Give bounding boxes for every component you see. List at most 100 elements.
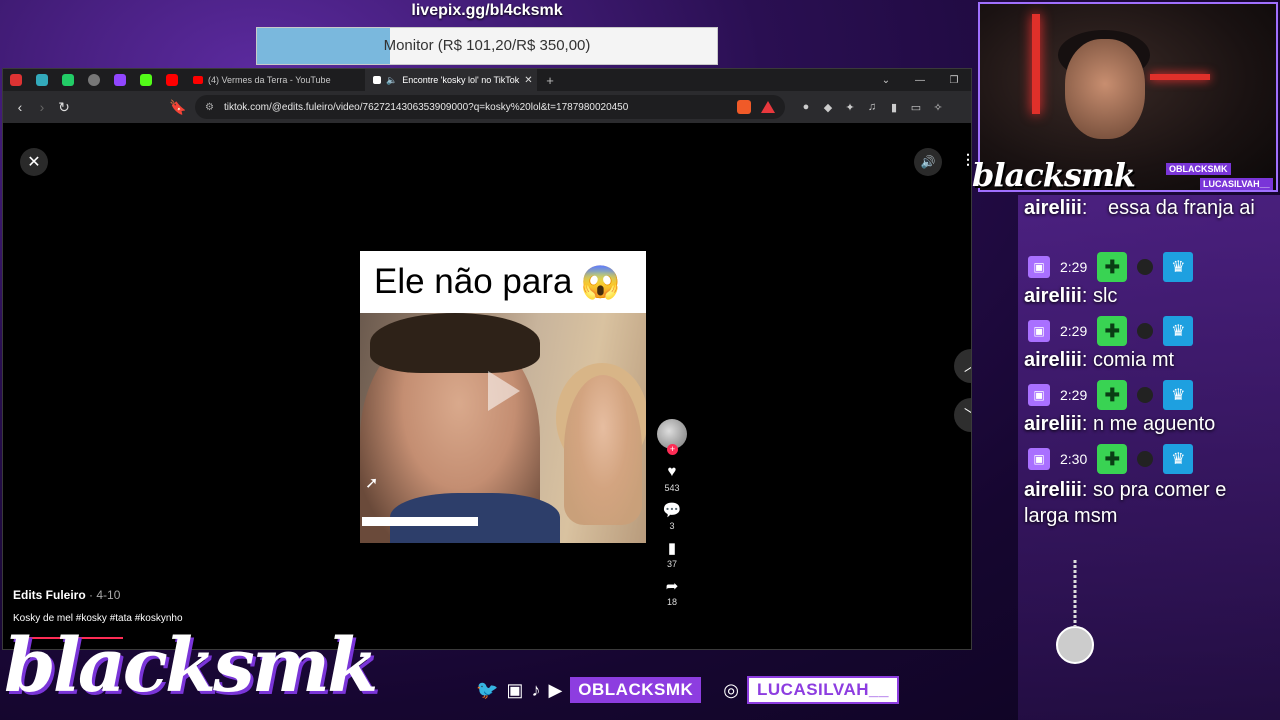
chat-colon: : [1081,413,1093,435]
donation-goal-bar: Monitor (R$ 101,20/R$ 350,00) [256,27,718,65]
extension-icon[interactable]: ● [799,100,813,114]
comment-action[interactable]: 💬 3 [663,501,682,531]
handle-oblacksmk: OBLACKSMK [570,677,702,703]
previous-video-button[interactable]: ︿ [954,349,971,383]
back-icon[interactable]: ‹ [9,96,31,118]
author-name[interactable]: Edits Fuleiro [13,588,86,602]
puzzle-icon[interactable]: ✦ [843,100,857,114]
like-count: 543 [664,483,680,493]
chat-colon: : [1081,479,1093,501]
social-handles: 🐦 ▣ ♪ ▶ OBLACKSMK ◎ LUCASILVAH__ [476,676,899,704]
save-count: 37 [666,559,677,569]
twitch-icon: ▣ [1028,320,1050,342]
chevron-down-icon: ﹀ [964,405,971,425]
extensions-area: ● ◆ ✦ ♫ ▮ ▭ ✧ [799,100,945,114]
tiktok-icon: ♪ [531,679,541,700]
webcam-red-light [1150,74,1210,80]
chat-message-text: essa da franja ai [1108,197,1255,219]
pinned-tab[interactable] [55,69,81,91]
twitch-icon: ▣ [1028,448,1050,470]
tiktok-icon [373,76,381,84]
close-icon: ✕ [27,154,41,171]
tab-close-icon[interactable]: ✕ [524,75,532,86]
youtube-icon: ▶ [548,679,563,700]
window-controls: ⌄ — ❐ [869,75,971,86]
pinned-tab-kick[interactable] [133,69,159,91]
maximize-icon[interactable]: ❐ [937,75,971,86]
donation-url: livepix.gg/bl4cksmk [411,2,563,19]
volume-button[interactable]: 🔊 [914,148,942,176]
tab-tiktok[interactable]: 🔈 Encontre 'kosky lol' no TikTok ✕ [365,69,537,91]
chat-message: aireliii: [1024,197,1087,220]
video-author-line: Edits Fuleiro · 4-10 [13,588,120,602]
chat-username: aireliii [1024,479,1082,501]
goal-label: Monitor (R$ 101,20/R$ 350,00) [383,37,591,54]
minimize-icon[interactable]: — [903,75,937,86]
video-actions: + ♥ 543 💬 3 ▮ 37 ➦ 18 [655,419,689,615]
leo-icon[interactable]: ✧ [931,100,945,114]
pinned-tab-twitch[interactable] [107,69,133,91]
channel-logo: blacksmk [4,623,378,709]
anchor-icon [88,74,100,86]
chevron-up-icon: ︿ [964,356,971,376]
handle-lucasilvah: LUCASILVAH__ [747,676,899,704]
video-player[interactable]: Ele não para 😱 [360,251,646,543]
pinned-tab[interactable] [29,69,55,91]
like-action[interactable]: ♥ 543 [664,463,679,493]
play-icon[interactable] [488,371,520,411]
chat-time: 2:29 [1060,259,1088,275]
browser-window: (4) Vermes da Terra - YouTube 🔈 Encontre… [2,68,972,650]
crown-icon: ♛ [1163,444,1194,474]
video-caption: Ele não para 😱 [360,251,646,313]
site-info-icon[interactable]: ⚙ [205,102,214,113]
pinned-tab[interactable] [81,69,107,91]
forward-icon[interactable]: › [31,96,53,118]
twitch-icon: ▣ [506,679,524,700]
tab-youtube[interactable]: (4) Vermes da Terra - YouTube [185,69,365,91]
address-bar[interactable]: ⚙ tiktok.com/@edits.fuleiro/video/762721… [195,95,785,119]
share-action[interactable]: ➦ 18 [666,577,679,607]
next-video-button[interactable]: ﹀ [954,398,971,432]
url-text: tiktok.com/@edits.fuleiro/video/76272143… [223,101,629,113]
webcam-handle-1: OBLACKSMK [1166,163,1231,175]
brave-shield-icon[interactable] [737,100,751,114]
video-frame [360,313,646,543]
chat-username: aireliii [1024,349,1082,371]
pinned-tab[interactable] [3,69,29,91]
chat-meta: ▣ 2:29 ✚ ♛ [1028,252,1194,282]
video-person-woman [564,375,642,525]
tab-label: Encontre 'kosky lol' no TikTok [402,75,520,85]
close-video-button[interactable]: ✕ [20,148,48,176]
share-count: 18 [666,597,677,607]
extension-icon[interactable]: ◆ [821,100,835,114]
author-avatar[interactable]: + [657,419,687,455]
youtube-icon [166,74,178,86]
tab-label: (4) Vermes da Terra - YouTube [208,75,331,85]
tab-strip: (4) Vermes da Terra - YouTube 🔈 Encontre… [3,69,971,91]
badge-icon: ✚ [1097,444,1128,474]
pinned-tab-icon [36,74,48,86]
new-tab-button[interactable]: + [537,73,563,88]
chat-message-text: comia mt [1092,349,1175,371]
brave-rewards-icon[interactable] [761,101,775,113]
mouse-cursor-icon: ➚ [365,475,379,492]
instagram-icon: ◎ [723,679,739,700]
tab-search-icon[interactable]: ⌄ [869,75,903,86]
crown-icon: ♛ [1163,380,1194,410]
sidebar-icon[interactable]: ▮ [887,100,901,114]
music-icon[interactable]: ♫ [865,100,879,114]
pinned-tab-youtube[interactable] [159,69,185,91]
browser-toolbar: ‹ › ↻ 🔖 ⚙ tiktok.com/@edits.fuleiro/vide… [3,91,971,123]
youtube-icon [193,76,203,84]
save-action[interactable]: ▮ 37 [667,539,677,569]
more-options-icon[interactable]: ⋮ [961,151,971,168]
chain-pendant-icon [1056,560,1094,664]
pinned-tab-icon [62,74,74,86]
reload-icon[interactable]: ↻ [53,96,75,118]
chat-message: aireliii: n me aguento [1024,413,1215,436]
post-date: 4-10 [96,588,121,602]
twitter-icon: 🐦 [476,679,499,700]
follow-plus-icon[interactable]: + [667,444,678,455]
wallet-icon[interactable]: ▭ [909,100,923,114]
bookmark-icon[interactable]: 🔖 [167,96,189,118]
